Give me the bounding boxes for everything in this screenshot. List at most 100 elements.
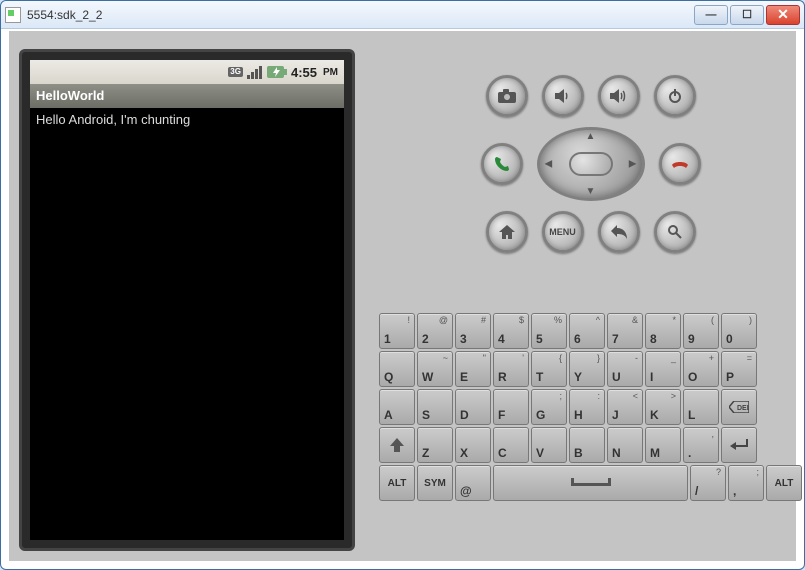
app-icon xyxy=(5,7,21,23)
key-c[interactable]: C xyxy=(493,427,529,463)
key-t[interactable]: {T xyxy=(531,351,567,387)
key-g[interactable]: ;G xyxy=(531,389,567,425)
camera-button[interactable] xyxy=(486,75,528,117)
key-shift[interactable] xyxy=(379,427,415,463)
key-w[interactable]: ~W xyxy=(417,351,453,387)
app-body-text: Hello Android, I'm chunting xyxy=(30,108,344,131)
phone-icon xyxy=(494,156,510,172)
minimize-button[interactable]: — xyxy=(694,5,728,25)
key-o[interactable]: +O xyxy=(683,351,719,387)
key-v[interactable]: V xyxy=(531,427,567,463)
key-comma[interactable]: ;, xyxy=(728,465,764,501)
clock-ampm: PM xyxy=(323,67,338,78)
key-space[interactable] xyxy=(493,465,688,501)
window-buttons: — ☐ ✕ xyxy=(694,5,800,25)
menu-button[interactable]: MENU xyxy=(542,211,584,253)
signal-icon xyxy=(247,65,263,79)
key-m[interactable]: M xyxy=(645,427,681,463)
enter-icon xyxy=(730,439,748,451)
end-call-button[interactable] xyxy=(659,143,701,185)
dpad-down[interactable]: ▼ xyxy=(586,186,596,197)
key-delete[interactable]: DEL xyxy=(721,389,757,425)
key-u[interactable]: -U xyxy=(607,351,643,387)
home-icon xyxy=(499,225,515,239)
key-r[interactable]: 'R xyxy=(493,351,529,387)
status-bar: 3G 4:55 PM xyxy=(30,60,344,84)
key-6[interactable]: ^6 xyxy=(569,313,605,349)
client-area: 3G 4:55 PM HelloWorld Hello Android, I'm … xyxy=(9,31,796,561)
device-screen[interactable]: 3G 4:55 PM HelloWorld Hello Android, I'm … xyxy=(30,60,344,540)
key-enter[interactable] xyxy=(721,427,757,463)
volume-up-button[interactable] xyxy=(598,75,640,117)
phone-panel: 3G 4:55 PM HelloWorld Hello Android, I'm … xyxy=(9,31,365,561)
kb-row-4: ZXCVBNM,. xyxy=(379,427,802,463)
key-x[interactable]: X xyxy=(455,427,491,463)
keyboard: !1@2#3$4%5^6&7*8(9)0 Q~W"E'R{T}Y-U_I+O=P… xyxy=(379,313,802,501)
volume-down-button[interactable] xyxy=(542,75,584,117)
key-9[interactable]: (9 xyxy=(683,313,719,349)
hardware-buttons: ▲ ▼ ◀ ▶ MENU xyxy=(441,75,741,253)
dpad-right[interactable]: ▶ xyxy=(629,159,637,170)
close-button[interactable]: ✕ xyxy=(766,5,800,25)
key-b[interactable]: B xyxy=(569,427,605,463)
camera-icon xyxy=(498,89,516,103)
dpad: ▲ ▼ ◀ ▶ xyxy=(537,127,645,201)
volume-up-icon xyxy=(610,89,628,103)
power-button[interactable] xyxy=(654,75,696,117)
kb-row-2: Q~W"E'R{T}Y-U_I+O=P xyxy=(379,351,802,387)
key-a[interactable]: A xyxy=(379,389,415,425)
power-icon xyxy=(668,89,682,103)
home-button[interactable] xyxy=(486,211,528,253)
dpad-center[interactable] xyxy=(569,152,613,176)
key-sym[interactable]: SYM xyxy=(417,465,453,501)
dpad-left[interactable]: ◀ xyxy=(545,159,553,170)
app-title-bar: HelloWorld xyxy=(30,84,344,108)
search-button[interactable] xyxy=(654,211,696,253)
key-1[interactable]: !1 xyxy=(379,313,415,349)
key-4[interactable]: $4 xyxy=(493,313,529,349)
key-8[interactable]: *8 xyxy=(645,313,681,349)
back-button[interactable] xyxy=(598,211,640,253)
key-0[interactable]: )0 xyxy=(721,313,757,349)
key-.[interactable]: ,. xyxy=(683,427,719,463)
kb-row-1: !1@2#3$4%5^6&7*8(9)0 xyxy=(379,313,802,349)
key-i[interactable]: _I xyxy=(645,351,681,387)
svg-text:DEL: DEL xyxy=(737,405,749,412)
key-p[interactable]: =P xyxy=(721,351,757,387)
controls-panel: ▲ ▼ ◀ ▶ MENU xyxy=(365,31,805,561)
dpad-up[interactable]: ▲ xyxy=(586,131,596,142)
titlebar[interactable]: 5554:sdk_2_2 — ☐ ✕ xyxy=(1,1,804,29)
kb-row-3: ASDF;G:H<J>KL DEL xyxy=(379,389,802,425)
key-q[interactable]: Q xyxy=(379,351,415,387)
key-k[interactable]: >K xyxy=(645,389,681,425)
key-alt-right[interactable]: ALT xyxy=(766,465,802,501)
key-e[interactable]: "E xyxy=(455,351,491,387)
key-d[interactable]: D xyxy=(455,389,491,425)
phone-frame: 3G 4:55 PM HelloWorld Hello Android, I'm … xyxy=(19,49,355,551)
key-slash[interactable]: ?/ xyxy=(690,465,726,501)
clock-time: 4:55 xyxy=(291,65,317,80)
key-s[interactable]: S xyxy=(417,389,453,425)
key-l[interactable]: L xyxy=(683,389,719,425)
window-frame: 5554:sdk_2_2 — ☐ ✕ 3G xyxy=(0,0,805,570)
back-icon xyxy=(611,225,627,239)
key-y[interactable]: }Y xyxy=(569,351,605,387)
key-at[interactable]: @ xyxy=(455,465,491,501)
key-z[interactable]: Z xyxy=(417,427,453,463)
key-f[interactable]: F xyxy=(493,389,529,425)
maximize-button[interactable]: ☐ xyxy=(730,5,764,25)
key-h[interactable]: :H xyxy=(569,389,605,425)
key-alt-left[interactable]: ALT xyxy=(379,465,415,501)
key-5[interactable]: %5 xyxy=(531,313,567,349)
key-3[interactable]: #3 xyxy=(455,313,491,349)
shift-icon xyxy=(390,438,404,452)
key-7[interactable]: &7 xyxy=(607,313,643,349)
key-2[interactable]: @2 xyxy=(417,313,453,349)
call-button[interactable] xyxy=(481,143,523,185)
menu-label: MENU xyxy=(549,227,576,237)
kb-row-5: ALTSYM@?/;,ALT xyxy=(379,465,802,501)
window-title: 5554:sdk_2_2 xyxy=(27,8,694,22)
key-j[interactable]: <J xyxy=(607,389,643,425)
key-n[interactable]: N xyxy=(607,427,643,463)
network-3g-icon: 3G xyxy=(228,67,243,77)
